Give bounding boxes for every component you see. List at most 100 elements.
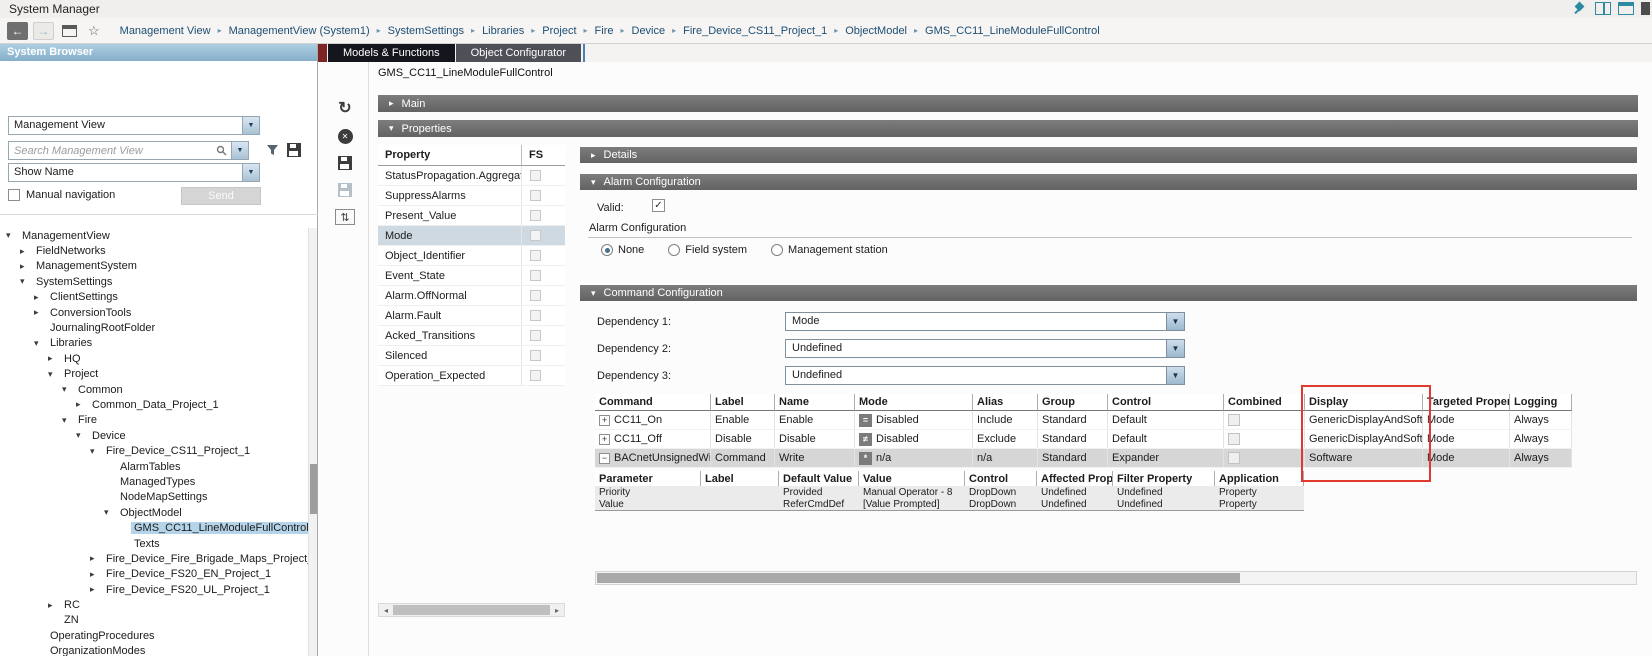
tree-item-hq[interactable]: ▸HQ (0, 351, 308, 366)
fs-checkbox[interactable] (530, 190, 541, 201)
tab-object-configurator[interactable]: Object Configurator (456, 44, 581, 62)
command-row-cc11-off[interactable]: +CC11_OffDisableDisable≠DisabledExcludeS… (595, 430, 1572, 449)
refresh-icon[interactable]: ↻ (334, 98, 356, 118)
command-row-cc11-on[interactable]: +CC11_OnEnableEnable=DisabledIncludeStan… (595, 411, 1572, 430)
fs-checkbox[interactable] (530, 170, 541, 181)
property-row-mode[interactable]: Mode (378, 226, 565, 246)
fs-checkbox[interactable] (530, 370, 541, 381)
search-dropdown-icon[interactable]: ▼ (232, 141, 249, 160)
section-details[interactable]: ▸ Details (580, 147, 1637, 163)
tree-item-fire-device-fs20-ul-project-1[interactable]: ▸Fire_Device_FS20_UL_Project_1 (0, 582, 308, 597)
dropdown-arrow-icon[interactable]: ▼ (1166, 367, 1184, 384)
dropdown-arrow-icon[interactable]: ▼ (1166, 340, 1184, 357)
tree-item-texts[interactable]: Texts (0, 536, 308, 551)
collapse-arrow-icon[interactable]: ▾ (48, 369, 61, 380)
tree-item-project[interactable]: ▾Project (0, 367, 308, 382)
forward-button[interactable]: → (33, 22, 54, 40)
radio-option-field-system[interactable]: Field system (668, 244, 747, 256)
property-row-alarm-offnormal[interactable]: Alarm.OffNormal (378, 286, 565, 306)
tree-item-conversiontools[interactable]: ▸ConversionTools (0, 305, 308, 320)
collapse-arrow-icon[interactable]: ▾ (90, 446, 103, 457)
tree-scrollbar-thumb[interactable] (310, 464, 317, 514)
property-row-operation-expected[interactable]: Operation_Expected (378, 366, 565, 386)
tree-item-fire-device-cs11-project-1[interactable]: ▾Fire_Device_CS11_Project_1 (0, 443, 308, 458)
property-row-silenced[interactable]: Silenced (378, 346, 565, 366)
tree-item-fieldnetworks[interactable]: ▸FieldNetworks (0, 243, 308, 258)
collapse-arrow-icon[interactable]: ▾ (34, 338, 47, 349)
save-search-icon[interactable] (287, 143, 301, 160)
tree-item-fire-device-fire-brigade-maps-project-1[interactable]: ▸Fire_Device_Fire_Brigade_Maps_Project_1 (0, 551, 308, 566)
expand-arrow-icon[interactable]: ▸ (20, 261, 33, 272)
scroll-left-icon[interactable]: ◂ (379, 604, 393, 616)
fs-checkbox[interactable] (530, 230, 541, 241)
tree-item-fire-device-fs20-en-project-1[interactable]: ▸Fire_Device_FS20_EN_Project_1 (0, 567, 308, 582)
filter-icon[interactable] (266, 144, 279, 159)
scrollbar-thumb[interactable] (393, 605, 550, 615)
save-icon[interactable] (334, 153, 356, 173)
expand-arrow-icon[interactable]: ▸ (76, 399, 89, 410)
radio-option-management-station[interactable]: Management station (771, 244, 888, 256)
expand-row-icon[interactable]: + (599, 434, 610, 445)
breadcrumb-item-objectmodel[interactable]: ObjectModel (845, 25, 907, 37)
tree-item-zn[interactable]: ZN (0, 613, 308, 628)
dropdown-arrow-icon[interactable]: ▼ (242, 164, 259, 181)
property-row-present-value[interactable]: Present_Value (378, 206, 565, 226)
send-button[interactable]: Send (181, 187, 261, 205)
parameter-row-value[interactable]: ValueReferCmdDef[Value Prompted]DropDown… (595, 498, 1304, 510)
breadcrumb-item-fire-device-cs11-project-1[interactable]: Fire_Device_CS11_Project_1 (683, 25, 827, 37)
fs-checkbox[interactable] (530, 330, 541, 341)
tree-item-common-data-project-1[interactable]: ▸Common_Data_Project_1 (0, 397, 308, 412)
combined-checkbox[interactable] (1228, 433, 1240, 445)
tree-item-managedtypes[interactable]: ManagedTypes (0, 474, 308, 489)
property-row-statuspropagation-aggregat[interactable]: StatusPropagation.Aggregat (378, 166, 565, 186)
expand-arrow-icon[interactable]: ▸ (90, 553, 103, 564)
dropdown-arrow-icon[interactable]: ▼ (1166, 313, 1184, 330)
breadcrumb-item-managementview-system1[interactable]: ManagementView (System1) (229, 25, 370, 37)
fs-checkbox[interactable] (530, 270, 541, 281)
collapse-arrow-icon[interactable]: ▾ (6, 230, 19, 241)
fs-checkbox[interactable] (530, 290, 541, 301)
tab-models-and-functions[interactable]: Models & Functions (328, 44, 455, 62)
back-button[interactable]: ← (7, 22, 28, 40)
tree-item-managementsystem[interactable]: ▸ManagementSystem (0, 259, 308, 274)
property-row-suppressalarms[interactable]: SuppressAlarms (378, 186, 565, 206)
sort-icon[interactable]: ⇅ (334, 207, 356, 227)
expand-arrow-icon[interactable]: ▸ (48, 353, 61, 364)
breadcrumb-item-project[interactable]: Project (542, 25, 576, 37)
breadcrumb-item-gms-cc11-linemodulefullcontrol[interactable]: GMS_CC11_LineModuleFullControl (925, 25, 1100, 37)
breadcrumb-item-libraries[interactable]: Libraries (482, 25, 524, 37)
detach-window-icon[interactable] (62, 25, 77, 37)
clipped-icon[interactable] (1641, 2, 1650, 15)
expand-arrow-icon[interactable]: ▸ (34, 307, 47, 318)
dependency-2-select[interactable]: Undefined ▼ (785, 339, 1185, 358)
pin-icon[interactable] (1572, 2, 1588, 15)
breadcrumb-item-management-view[interactable]: Management View (120, 25, 211, 37)
expand-arrow-icon[interactable]: ▸ (48, 600, 61, 611)
tree-item-organizationmodes[interactable]: OrganizationModes (0, 644, 308, 656)
radio-option-none[interactable]: None (601, 244, 644, 256)
expand-row-icon[interactable]: + (599, 415, 610, 426)
new-window-icon[interactable] (1618, 2, 1634, 15)
tree-item-operatingprocedures[interactable]: OperatingProcedures (0, 628, 308, 643)
collapse-arrow-icon[interactable]: ▾ (62, 415, 75, 426)
expand-arrow-icon[interactable]: ▸ (90, 569, 103, 580)
tree-item-device[interactable]: ▾Device (0, 428, 308, 443)
tree-scrollbar[interactable] (308, 228, 317, 656)
collapse-arrow-icon[interactable]: ▾ (104, 507, 117, 518)
tree-item-nodemapsettings[interactable]: NodeMapSettings (0, 490, 308, 505)
tree-item-gms-cc11-linemodulefullcontrol[interactable]: GMS_CC11_LineModuleFullControl (0, 520, 308, 535)
breadcrumb-item-device[interactable]: Device (632, 25, 666, 37)
save-all-icon[interactable] (334, 180, 356, 200)
command-area-hscrollbar[interactable] (595, 571, 1637, 585)
section-alarm-configuration[interactable]: ▾ Alarm Configuration (580, 174, 1637, 190)
scrollbar-thumb[interactable] (597, 573, 1240, 583)
tree-item-common[interactable]: ▾Common (0, 382, 308, 397)
command-row-bacnetunsignedwithpr[interactable]: −BACnetUnsignedWithPrCommandWrite*n/an/a… (595, 449, 1572, 468)
tree-item-managementview[interactable]: ▾ManagementView (0, 228, 308, 243)
scroll-right-icon[interactable]: ▸ (550, 604, 564, 616)
dependency-3-select[interactable]: Undefined ▼ (785, 366, 1185, 385)
property-row-object-identifier[interactable]: Object_Identifier (378, 246, 565, 266)
fs-checkbox[interactable] (530, 310, 541, 321)
manual-navigation-checkbox[interactable] (8, 189, 20, 201)
collapse-row-icon[interactable]: − (599, 453, 610, 464)
